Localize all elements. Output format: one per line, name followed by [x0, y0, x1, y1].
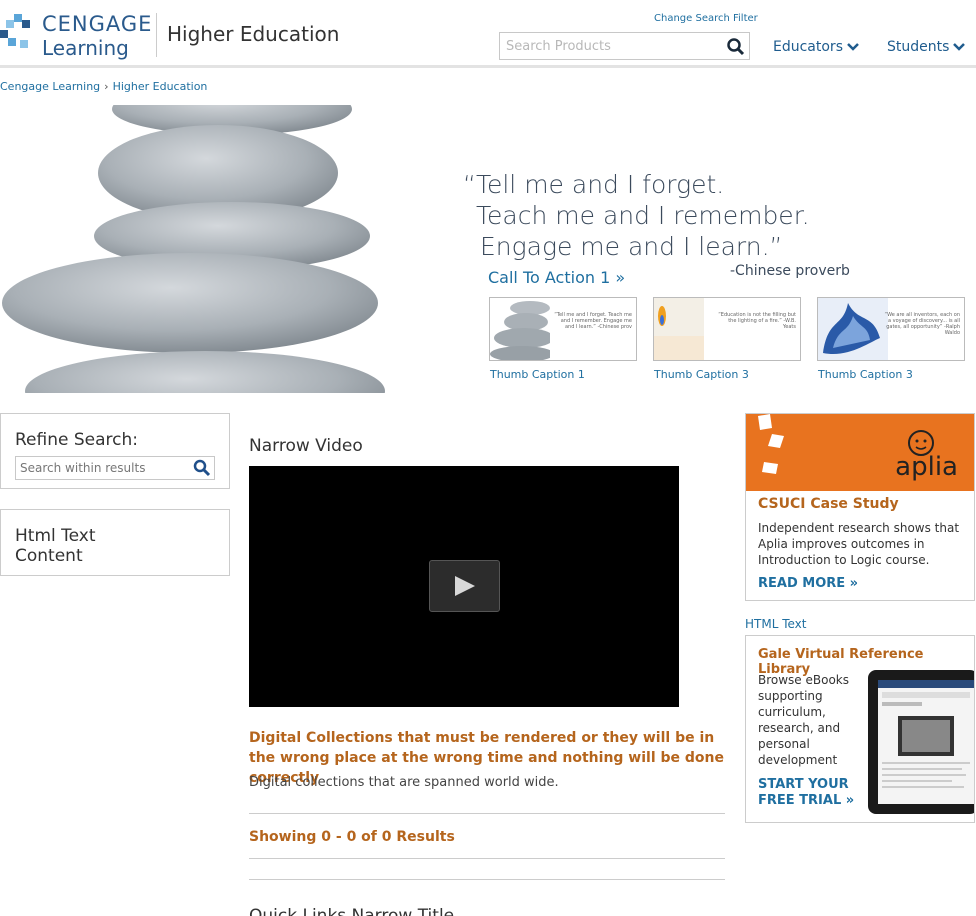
html-text-panel: Html Text Content [0, 509, 230, 576]
divider [249, 813, 725, 814]
nav-students[interactable]: Students [887, 39, 966, 55]
html-text-content: Html Text Content [15, 526, 96, 566]
refine-search-title: Refine Search: [15, 430, 138, 450]
divider [249, 879, 725, 880]
video-player[interactable] [249, 466, 679, 707]
change-search-filter-link[interactable]: Change Search Filter [654, 13, 758, 24]
aplia-banner[interactable]: aplia [746, 414, 974, 491]
chevron-down-icon [847, 43, 859, 51]
breadcrumb-item[interactable]: Higher Education [113, 80, 208, 93]
tablet-screen [878, 680, 974, 804]
thumb-caption-2[interactable]: Thumb Caption 3 [654, 368, 749, 381]
refine-search-panel: Refine Search: [0, 413, 230, 489]
play-icon [455, 576, 475, 596]
product-search [499, 32, 750, 60]
logo-divider [156, 13, 157, 57]
quote-line-2: Teach me and I remember. [476, 201, 810, 230]
paper-scraps-decoration [758, 414, 784, 474]
logo-text-learning: Learning [42, 36, 129, 60]
candle-thumb-image [654, 298, 704, 360]
html-text-link[interactable]: HTML Text [745, 617, 806, 631]
divider [249, 858, 725, 859]
cengage-logo[interactable]: CENGAGE Learning [0, 12, 153, 60]
digital-collections-description: Digital collections that are spanned wor… [249, 775, 559, 790]
stones-thumb-image [490, 301, 550, 360]
thumb-quote-text: “We are all inventors, each on a voyage … [884, 312, 960, 336]
gale-promo: Gale Virtual Reference Library Browse eB… [745, 635, 975, 823]
chevron-down-icon [953, 43, 966, 51]
cengage-logo-icon [0, 14, 30, 48]
search-icon[interactable] [193, 459, 211, 477]
call-to-action-link[interactable]: Call To Action 1 » [488, 268, 625, 287]
splash-thumb-image [818, 298, 888, 360]
nav-educators[interactable]: Educators [773, 39, 859, 55]
hero-thumb-3[interactable]: “We are all inventors, each on a voyage … [817, 297, 965, 361]
quote-line-3: Engage me and I learn.” [480, 232, 783, 261]
breadcrumb-item[interactable]: Cengage Learning [0, 80, 100, 93]
hero-thumb-1[interactable]: “Tell me and I forget. Teach me and I re… [489, 297, 637, 361]
thumb-caption-3[interactable]: Thumb Caption 3 [818, 368, 913, 381]
thumb-caption-1[interactable]: Thumb Caption 1 [490, 368, 585, 381]
aplia-description: Independent research shows that Aplia im… [758, 521, 960, 567]
refine-search-field [15, 456, 215, 480]
nav-educators-label: Educators [773, 39, 843, 55]
quote-attribution: -Chinese proverb [730, 263, 850, 279]
aplia-promo: aplia CSUCI Case Study Independent resea… [745, 413, 975, 601]
hero-thumb-2[interactable]: “Education is not the filling but the li… [653, 297, 801, 361]
site-header: CENGAGE Learning Higher Education Change… [0, 0, 976, 68]
chevron-right-icon: › [104, 80, 109, 93]
tablet-image [868, 670, 974, 814]
stacked-stones-image [2, 105, 385, 393]
logo-text-cengage: CENGAGE [42, 12, 153, 36]
quick-links-title: Quick Links Narrow Title [249, 906, 455, 916]
results-count: Showing 0 - 0 of 0 Results [249, 829, 455, 845]
gale-description: Browse eBooks supporting curriculum, res… [758, 673, 850, 767]
start-free-trial-link[interactable]: START YOUR FREE TRIAL » [758, 777, 858, 809]
read-more-link[interactable]: READ MORE » [758, 576, 858, 591]
aplia-case-study-title: CSUCI Case Study [758, 496, 899, 512]
breadcrumb: Cengage Learning › Higher Education [0, 80, 207, 93]
aplia-logo-text: aplia [895, 452, 958, 482]
play-button[interactable] [429, 560, 500, 612]
hero-quote: “Tell me and I forget. Teach me and I re… [463, 169, 810, 262]
thumb-quote-text: “Education is not the filling but the li… [718, 312, 796, 330]
tablet-screen-content [878, 680, 974, 788]
video-title: Narrow Video [249, 436, 363, 456]
hero-banner: “Tell me and I forget. Teach me and I re… [0, 105, 976, 393]
quote-line-1: “Tell me and I forget. [463, 170, 725, 199]
thumb-quote-text: “Tell me and I forget. Teach me and I re… [554, 312, 632, 330]
nav-students-label: Students [887, 39, 950, 55]
product-search-input[interactable] [500, 33, 715, 59]
search-icon[interactable] [726, 37, 746, 57]
refine-search-input[interactable] [16, 457, 186, 479]
site-title: Higher Education [167, 22, 340, 46]
